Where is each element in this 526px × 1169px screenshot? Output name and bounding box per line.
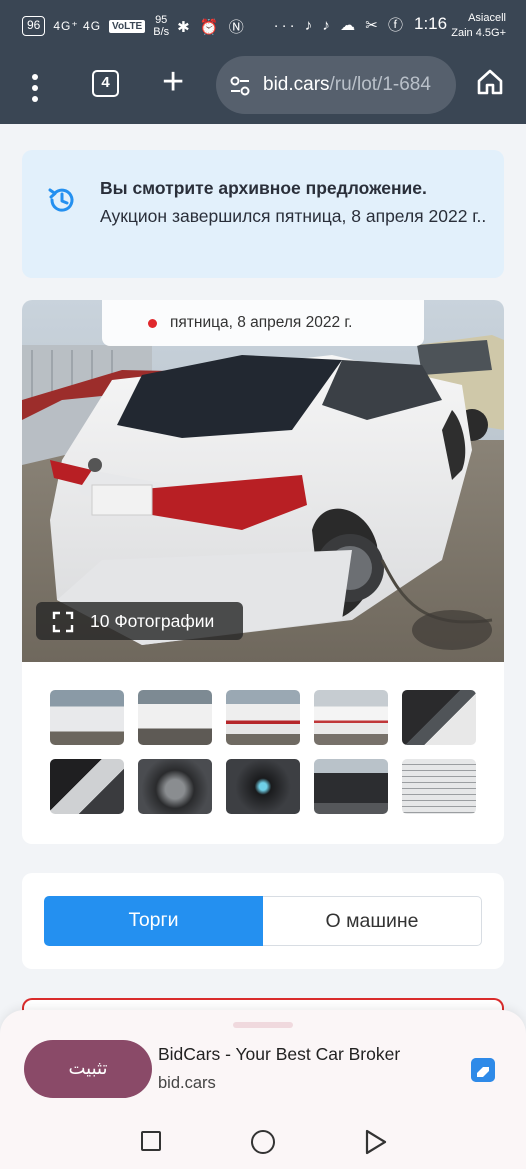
url-text[interactable]: bid.cars/ru/lot/1-684 — [263, 74, 447, 96]
home-icon[interactable] — [476, 68, 504, 96]
archive-notice-rest: Аукцион завершился пятница, 8 апреля 202… — [100, 206, 487, 226]
install-button[interactable]: تثبيت — [24, 1040, 152, 1098]
thumbnail[interactable] — [226, 690, 300, 745]
status-dot-icon — [148, 319, 157, 328]
status-icons-left: ✱ ⏰ Ⓝ — [177, 18, 247, 36]
thumbnail[interactable] — [138, 759, 212, 814]
clock: 1:16 — [414, 14, 448, 33]
app-icon — [471, 1058, 495, 1082]
home-nav-icon[interactable] — [251, 1130, 275, 1154]
status-left: 96 4G⁺ 4G VoLTE 95 B/s ✱ ⏰ Ⓝ — [22, 14, 247, 38]
thumbnail[interactable] — [314, 759, 388, 814]
thumbnail[interactable] — [50, 690, 124, 745]
notification-icons: ··· ♪ ♪ ☁ ✂ ⓕ — [273, 17, 406, 34]
network-speed-value: 95 — [155, 14, 168, 26]
carrier-1: Asiacell — [468, 12, 506, 24]
photo-gallery: пятница, 8 апреля 2022 г. 10 Фотографии — [22, 300, 504, 844]
tab-bidding[interactable]: Торги — [44, 896, 263, 946]
carrier-info: Asiacell Zain 4.5G+ — [451, 11, 506, 41]
url-path: /ru/lot/1-684 — [329, 74, 431, 95]
thumbnail[interactable] — [402, 690, 476, 745]
status-bar: 96 4G⁺ 4G VoLTE 95 B/s ✱ ⏰ Ⓝ ··· ♪ ♪ ☁ ✂… — [0, 0, 526, 52]
thumbnail[interactable] — [50, 759, 124, 814]
tabs-icon[interactable]: 4 — [92, 70, 119, 97]
tab-about-car[interactable]: О машине — [263, 896, 482, 946]
auction-date-text: пятница, 8 апреля 2022 г. — [170, 314, 353, 331]
history-icon — [48, 188, 74, 212]
thumbnail[interactable] — [226, 759, 300, 814]
app-title: BidCars - Your Best Car Broker — [158, 1044, 401, 1064]
thumbnail[interactable] — [138, 690, 212, 745]
sheet-handle[interactable] — [233, 1022, 293, 1028]
recents-icon[interactable] — [141, 1131, 161, 1151]
browser-toolbar: 4 + bid.cars/ru/lot/1-684 — [0, 52, 526, 124]
plus-icon[interactable]: + — [162, 62, 184, 102]
archive-notice-text: Вы смотрите архивное предложение. Аукцио… — [100, 174, 494, 230]
address-bar[interactable]: bid.cars/ru/lot/1-684 — [216, 56, 456, 114]
signal-indicator: 4G⁺ 4G — [53, 19, 102, 33]
all-photos-label: 10 Фотографии — [90, 611, 215, 631]
volte-badge: VoLTE — [109, 19, 146, 33]
archive-notice: Вы смотрите архивное предложение. Аукцио… — [22, 150, 504, 278]
back-icon[interactable] — [364, 1128, 388, 1156]
carrier-2: Zain 4.5G+ — [451, 27, 506, 39]
thumbnail[interactable] — [314, 690, 388, 745]
main-photo[interactable]: пятница, 8 апреля 2022 г. 10 Фотографии — [22, 300, 504, 662]
lot-tabs-card: Торги О машине — [22, 873, 504, 969]
menu-icon[interactable] — [22, 68, 48, 108]
thumbnail[interactable] — [402, 759, 476, 814]
network-speed-unit: B/s — [153, 26, 170, 38]
auction-date-badge: пятница, 8 апреля 2022 г. — [102, 300, 424, 346]
app-host: bid.cars — [158, 1074, 216, 1092]
network-speed: 95 B/s — [153, 14, 169, 38]
all-photos-button[interactable]: 10 Фотографии — [36, 602, 243, 640]
battery-indicator: 96 — [22, 16, 46, 36]
fullscreen-icon — [52, 611, 74, 633]
site-settings-icon[interactable] — [229, 75, 251, 97]
archive-notice-bold: Вы смотрите архивное предложение. — [100, 178, 427, 198]
url-host: bid.cars — [263, 74, 330, 95]
install-app-sheet: تثبيت BidCars - Your Best Car Broker bid… — [0, 1010, 526, 1169]
